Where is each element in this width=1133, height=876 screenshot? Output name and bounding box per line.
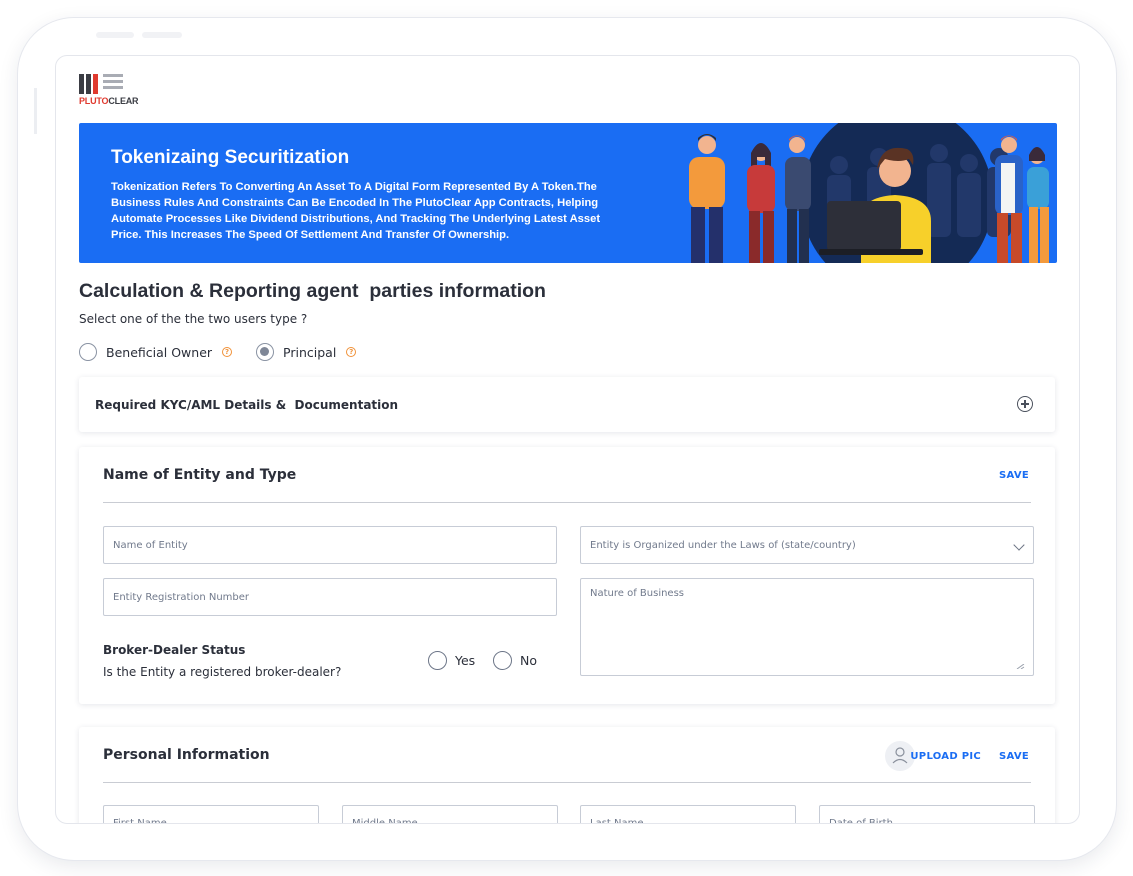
logo-text: PLUTOCLEAR (79, 96, 139, 106)
broker-dealer-title: Broker-Dealer Status (103, 643, 246, 657)
entity-name-input[interactable]: Name of Entity (103, 526, 557, 564)
plus-circle-icon[interactable] (1017, 396, 1033, 412)
personal-info-card: Personal Information UPLOAD PIC SAVE Fir… (79, 727, 1055, 823)
banner-title: Tokenizaing Securitization (111, 147, 350, 168)
banner-description: Tokenization Refers To Converting An Ass… (111, 181, 601, 241)
entity-card-title: Name of Entity and Type (103, 467, 297, 483)
broker-no-label[interactable]: No (520, 653, 537, 668)
page-title: Calculation & Reporting agent parties in… (79, 280, 546, 302)
divider (103, 782, 1031, 783)
broker-yes-label[interactable]: Yes (455, 653, 475, 668)
broker-no-radio[interactable] (493, 651, 512, 670)
user-type-question: Select one of the the two users type ? (79, 312, 308, 326)
dob-input[interactable]: Date of Birth (819, 805, 1035, 823)
entity-save-button[interactable]: SAVE (999, 470, 1029, 481)
app-screen: PLUTOCLEAR Tokenizaing Securitization To… (55, 55, 1080, 824)
user-type-radio-group: Beneficial Owner ? Principal ? (79, 342, 357, 362)
principal-radio[interactable] (256, 343, 275, 361)
beneficial-owner-radio[interactable] (79, 343, 97, 361)
personal-save-button[interactable]: SAVE (999, 751, 1029, 762)
nature-of-business-textarea[interactable]: Nature of Business (580, 578, 1034, 676)
kyc-accordion[interactable]: Required KYC/AML Details & Documentation (79, 377, 1055, 432)
entity-card: Name of Entity and Type SAVE Name of Ent… (79, 447, 1055, 704)
pluto-clear-logo[interactable]: PLUTOCLEAR (79, 74, 139, 110)
middle-name-input[interactable]: Middle Name (342, 805, 558, 823)
frame-tab-stub (142, 32, 182, 38)
upload-pic-button[interactable]: UPLOAD PIC (910, 751, 981, 762)
principal-label[interactable]: Principal (283, 345, 336, 360)
personal-card-title: Personal Information (103, 747, 270, 763)
logo-mark (79, 74, 123, 94)
chevron-down-icon (1013, 539, 1025, 551)
frame-side-stub (34, 88, 37, 134)
entity-laws-select[interactable]: Entity is Organized under the Laws of (s… (580, 526, 1034, 564)
broker-dealer-question: Is the Entity a registered broker-dealer… (103, 665, 342, 679)
beneficial-owner-label[interactable]: Beneficial Owner (106, 345, 212, 360)
question-circle-icon[interactable]: ? (346, 347, 357, 357)
question-circle-icon[interactable]: ? (222, 347, 233, 357)
nature-of-business-placeholder: Nature of Business (590, 588, 685, 599)
entity-registration-input[interactable]: Entity Registration Number (103, 578, 557, 616)
people-group-illustration (689, 123, 1049, 263)
kyc-accordion-title: Required KYC/AML Details & Documentation (95, 398, 399, 412)
broker-yes-option[interactable]: Yes (428, 651, 475, 670)
frame-tab-stub (96, 32, 134, 38)
resize-grip-icon[interactable] (1015, 664, 1025, 669)
broker-yes-radio[interactable] (428, 651, 447, 670)
first-name-input[interactable]: First Name (103, 805, 319, 823)
last-name-input[interactable]: Last Name (580, 805, 796, 823)
entity-laws-placeholder: Entity is Organized under the Laws of (s… (590, 539, 856, 551)
hero-banner: Tokenizaing Securitization Tokenization … (79, 123, 1057, 263)
broker-no-option[interactable]: No (493, 651, 537, 670)
divider (103, 502, 1031, 503)
